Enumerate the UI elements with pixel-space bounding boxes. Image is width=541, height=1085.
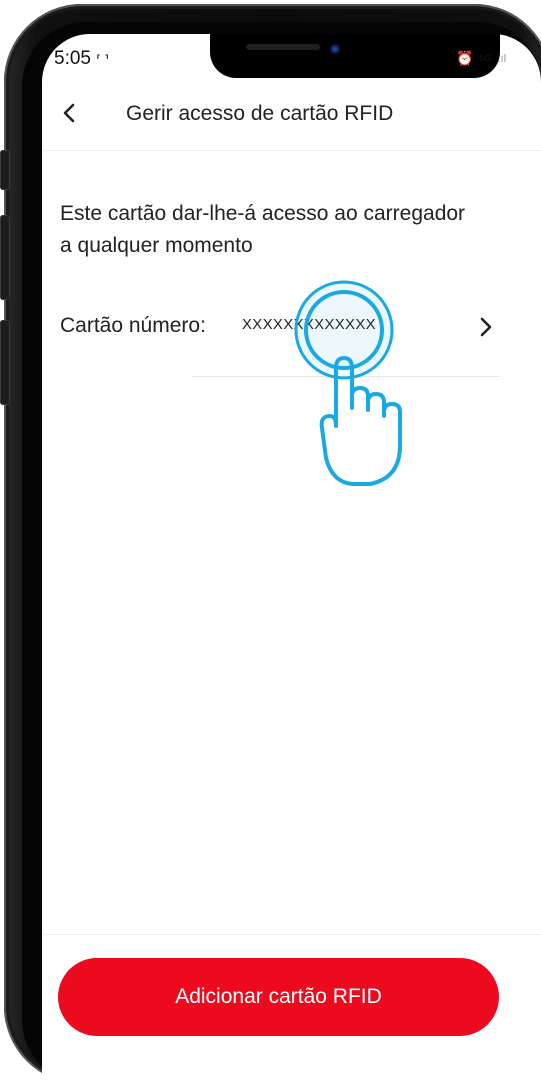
network-label: 5G (479, 53, 492, 63)
app-screen (42, 34, 541, 1084)
chevron-left-icon (63, 103, 75, 123)
back-button[interactable] (56, 98, 86, 128)
card-number-label: Cartão número: (60, 314, 206, 337)
app-header: Gerir acesso de cartão RFID (42, 84, 541, 151)
status-icons: ⏰ 5G .ıl (456, 50, 506, 67)
alarm-icon: ⏰ (456, 50, 474, 66)
signal-icon: .ıl (497, 52, 507, 65)
status-indicator: ⸢ ⸣ (96, 53, 109, 67)
phone-side-button (0, 150, 10, 190)
phone-side-button (0, 215, 10, 300)
phone-side-button (0, 320, 10, 405)
status-time: 5:05 ⸢ ⸣ (54, 48, 109, 70)
tap-hand-icon (294, 280, 402, 486)
add-rfid-card-button[interactable]: Adicionar cartão RFID (58, 958, 499, 1036)
network-icon: 5G (479, 54, 491, 63)
access-description: Este cartão dar-lhe-á acesso ao carregad… (60, 202, 466, 257)
page-title: Gerir acesso de cartão RFID (126, 102, 394, 125)
front-camera (330, 44, 340, 54)
status-time-text: 5:05 (54, 48, 91, 69)
speaker-grille (246, 44, 320, 50)
chevron-right-icon (480, 317, 492, 337)
